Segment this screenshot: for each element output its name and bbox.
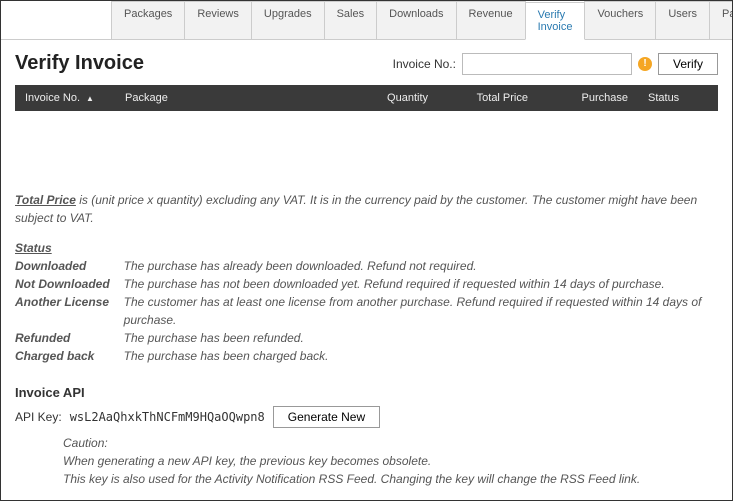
status-row: Not DownloadedThe purchase has not been … [15,275,718,293]
caution-line-1: When generating a new API key, the previ… [63,452,718,470]
tab-users[interactable]: Users [655,1,710,39]
status-row: Another LicenseThe customer has at least… [15,293,718,329]
tab-bar: PackagesReviewsUpgradesSalesDownloadsRev… [1,1,732,40]
tab-verify-invoice[interactable]: Verify Invoice [525,2,586,40]
status-value: The customer has at least one license fr… [124,293,718,329]
status-row: Charged backThe purchase has been charge… [15,347,718,365]
invoice-no-input[interactable] [462,53,632,75]
api-key-label: API Key: [15,410,62,424]
generate-new-button[interactable]: Generate New [273,406,380,428]
status-key: Another License [15,293,124,329]
status-header: Status [15,241,718,255]
col-status[interactable]: Status [638,85,718,111]
status-definitions: DownloadedThe purchase has already been … [15,257,718,365]
total-price-note: Total Price is (unit price x quantity) e… [15,191,718,227]
invoice-api-header: Invoice API [15,385,718,400]
status-value: The purchase has been refunded. [124,329,718,347]
status-key: Not Downloaded [15,275,124,293]
status-row: DownloadedThe purchase has already been … [15,257,718,275]
invoice-table: Invoice No.▲ Package Quantity Total Pric… [15,85,718,181]
table-empty [15,111,718,181]
warning-icon: ! [638,57,652,71]
tab-downloads[interactable]: Downloads [376,1,456,39]
status-value: The purchase has been charged back. [124,347,718,365]
col-purchase[interactable]: Purchase [538,85,638,111]
tab-payout[interactable]: Payout [709,1,733,39]
col-quantity[interactable]: Quantity [358,85,438,111]
status-value: The purchase has already been downloaded… [124,257,718,275]
status-key: Charged back [15,347,124,365]
caution-line-2: This key is also used for the Activity N… [63,470,718,488]
tab-reviews[interactable]: Reviews [184,1,252,39]
tab-revenue[interactable]: Revenue [456,1,526,39]
tab-vouchers[interactable]: Vouchers [584,1,656,39]
status-row: RefundedThe purchase has been refunded. [15,329,718,347]
tab-upgrades[interactable]: Upgrades [251,1,325,39]
col-invoice-no[interactable]: Invoice No.▲ [15,85,115,111]
tab-sales[interactable]: Sales [324,1,378,39]
col-package[interactable]: Package [115,85,358,111]
col-total-price[interactable]: Total Price [438,85,538,111]
invoice-no-label: Invoice No.: [393,57,456,71]
status-key: Refunded [15,329,124,347]
caution-label: Caution: [63,434,718,452]
page-title: Verify Invoice [15,52,144,75]
tab-packages[interactable]: Packages [111,1,185,39]
sort-asc-icon: ▲ [86,94,94,103]
api-key-value: wsL2AaQhxkThNCFmM9HQaOQwpn8 [70,410,265,424]
status-key: Downloaded [15,257,124,275]
status-value: The purchase has not been downloaded yet… [124,275,718,293]
verify-button[interactable]: Verify [658,53,718,75]
